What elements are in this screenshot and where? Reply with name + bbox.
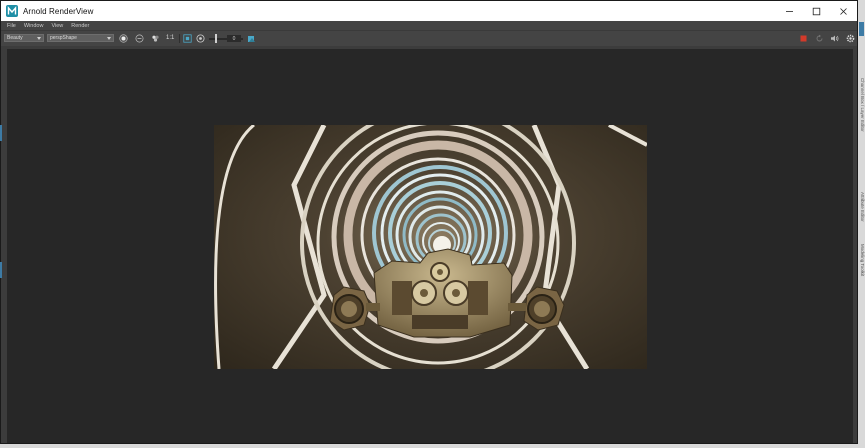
window-controls bbox=[776, 1, 857, 21]
channel-box-tab[interactable]: Channel Box / Layer Editor bbox=[858, 78, 865, 188]
menu-bar: File Window View Render bbox=[1, 21, 857, 30]
toolbar-divider bbox=[179, 34, 180, 43]
ipr-button[interactable] bbox=[830, 34, 839, 43]
snapshot-button[interactable] bbox=[247, 34, 256, 43]
minimize-icon bbox=[786, 10, 793, 12]
chevron-down-icon bbox=[37, 37, 41, 40]
modeling-toolkit-tab[interactable]: Modeling Toolkit bbox=[858, 244, 865, 288]
palette-icon bbox=[152, 35, 159, 42]
sun-icon bbox=[119, 34, 128, 43]
menu-render[interactable]: Render bbox=[71, 23, 89, 29]
stop-render-button[interactable] bbox=[799, 34, 808, 43]
frame-icon bbox=[183, 34, 192, 43]
aov-value: Beauty bbox=[7, 35, 23, 41]
color-management-button[interactable] bbox=[151, 34, 160, 43]
render-preview-image bbox=[214, 125, 647, 369]
frame-button[interactable] bbox=[183, 34, 192, 43]
zoom-out-icon bbox=[135, 34, 144, 43]
maximize-icon bbox=[812, 7, 821, 15]
window-title: Arnold RenderView bbox=[23, 6, 94, 16]
ipr-icon bbox=[831, 35, 839, 42]
menu-view[interactable]: View bbox=[51, 23, 63, 29]
minimize-button[interactable] bbox=[776, 1, 803, 21]
left-dock-indicator bbox=[0, 262, 2, 278]
gear-icon bbox=[846, 34, 855, 43]
exposure-value-field[interactable]: 0 bbox=[227, 35, 241, 42]
maximize-button[interactable] bbox=[803, 1, 830, 21]
rendered-image bbox=[214, 125, 647, 369]
aov-dropdown[interactable]: Beauty bbox=[4, 34, 44, 42]
chevron-down-icon bbox=[107, 37, 111, 40]
camera-dropdown[interactable]: perspShape bbox=[47, 34, 114, 42]
render-view-window: Arnold RenderView File Window View Rende… bbox=[0, 0, 858, 444]
attribute-editor-tab[interactable]: Attribute Editor bbox=[858, 192, 865, 240]
close-button[interactable] bbox=[830, 1, 857, 21]
refresh-render-button[interactable] bbox=[815, 34, 824, 43]
snapshot-icon bbox=[248, 36, 255, 42]
menu-window[interactable]: Window bbox=[24, 23, 44, 29]
render-viewport[interactable] bbox=[7, 49, 853, 443]
aperture-icon bbox=[196, 34, 205, 43]
refresh-icon bbox=[816, 34, 823, 42]
menu-file[interactable]: File bbox=[7, 23, 16, 29]
stop-icon bbox=[800, 35, 807, 42]
docked-panel-strip: Channel Box / Layer Editor Attribute Edi… bbox=[858, 20, 865, 448]
zoom-out-button[interactable] bbox=[135, 34, 144, 43]
exposure-slider-handle[interactable] bbox=[215, 34, 217, 43]
maya-logo-icon bbox=[6, 5, 18, 17]
left-dock-indicator bbox=[0, 125, 2, 141]
title-bar[interactable]: Arnold RenderView bbox=[1, 1, 857, 21]
panel-tab-indicator[interactable] bbox=[859, 22, 864, 36]
close-icon bbox=[840, 7, 847, 15]
render-region-button[interactable] bbox=[119, 34, 128, 43]
toolbar: Beauty perspShape 1:1 0 bbox=[1, 30, 857, 46]
settings-button[interactable] bbox=[846, 34, 855, 43]
ratio-1-1-button[interactable]: 1:1 bbox=[166, 35, 174, 41]
exposure-button[interactable] bbox=[196, 34, 205, 43]
camera-value: perspShape bbox=[50, 35, 77, 41]
